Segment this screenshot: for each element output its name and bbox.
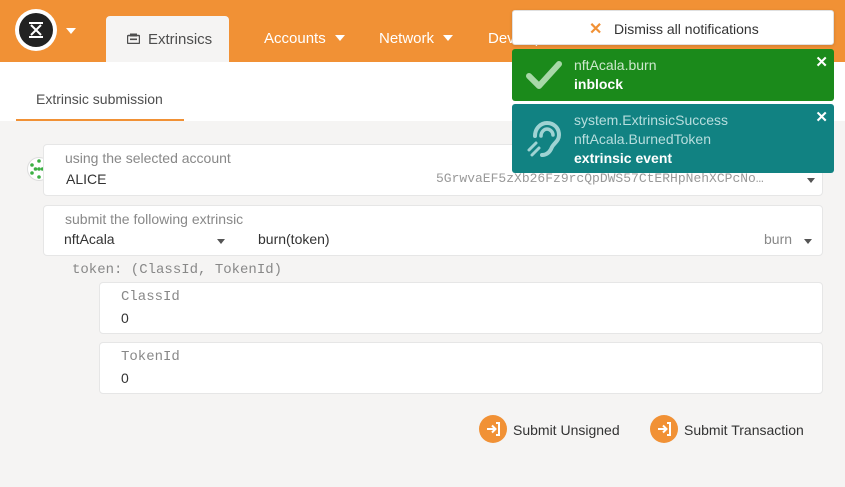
tab-accounts[interactable]: Accounts xyxy=(264,30,345,47)
method-value: burn(token) xyxy=(258,231,330,247)
account-field-label: using the selected account xyxy=(65,150,231,166)
account-address: 5GrwvaEF5zXb26Fz9rcQpDWS57CtERHpNehXCPcN… xyxy=(436,171,764,186)
close-icon[interactable]: ✕ xyxy=(815,108,828,126)
chevron-down-icon xyxy=(443,35,454,41)
token-id-value[interactable]: 0 xyxy=(121,370,129,386)
extrinsic-field-label: submit the following extrinsic xyxy=(65,211,244,227)
dismiss-all-label: Dismiss all notifications xyxy=(614,21,759,37)
class-id-value[interactable]: 0 xyxy=(121,310,129,326)
tab-extrinsics-label: Extrinsics xyxy=(148,31,213,48)
notification-extrinsic-event: system.ExtrinsicSuccess nftAcala.BurnedT… xyxy=(512,104,834,173)
logo-icon xyxy=(19,13,53,47)
param-signature: token: (ClassId, TokenId) xyxy=(72,262,283,278)
sign-in-icon xyxy=(650,415,678,443)
app-logo[interactable] xyxy=(15,9,57,51)
ear-icon xyxy=(527,120,562,157)
tab-extrinsics[interactable]: Extrinsics xyxy=(106,16,229,62)
close-icon[interactable]: ✕ xyxy=(815,53,828,71)
extrinsics-icon xyxy=(127,33,140,44)
class-id-field[interactable]: ClassId 0 xyxy=(99,282,823,334)
notification-subtitle: nftAcala.BurnedToken xyxy=(574,131,711,147)
chevron-down-icon[interactable] xyxy=(66,28,76,34)
notification-title: nftAcala.burn xyxy=(574,57,657,73)
dismiss-all-notifications-button[interactable]: ✕ Dismiss all notifications xyxy=(512,10,834,45)
extrinsic-selector: submit the following extrinsic nftAcala … xyxy=(43,205,823,256)
method-short-label: burn xyxy=(764,231,793,247)
submit-transaction-label: Submit Transaction xyxy=(684,422,804,438)
notification-title: system.ExtrinsicSuccess xyxy=(574,112,729,128)
module-value: nftAcala xyxy=(64,231,115,247)
tab-network-label: Network xyxy=(379,30,435,47)
notification-inblock: nftAcala.burn inblock ✕ xyxy=(512,49,834,101)
tab-network[interactable]: Network xyxy=(379,30,454,47)
chevron-down-icon xyxy=(804,239,812,244)
module-dropdown[interactable]: nftAcala xyxy=(44,226,244,256)
class-id-label: ClassId xyxy=(121,289,180,305)
chevron-down-icon xyxy=(807,178,815,183)
chevron-down-icon xyxy=(217,239,225,244)
notification-status: inblock xyxy=(574,76,624,92)
close-icon: ✕ xyxy=(589,21,603,38)
tab-accounts-label: Accounts xyxy=(264,30,326,47)
tab-extrinsic-submission-label: Extrinsic submission xyxy=(36,91,163,107)
chevron-down-icon xyxy=(334,35,345,41)
token-id-label: TokenId xyxy=(121,349,180,365)
token-id-field[interactable]: TokenId 0 xyxy=(99,342,823,394)
method-dropdown[interactable]: burn(token) burn xyxy=(254,226,822,256)
sign-in-icon xyxy=(479,415,507,443)
tab-extrinsic-submission[interactable]: Extrinsic submission xyxy=(16,62,184,121)
notification-status: extrinsic event xyxy=(574,150,673,166)
account-name: ALICE xyxy=(66,171,107,187)
check-icon xyxy=(526,61,562,89)
submit-unsigned-label: Submit Unsigned xyxy=(513,422,620,438)
